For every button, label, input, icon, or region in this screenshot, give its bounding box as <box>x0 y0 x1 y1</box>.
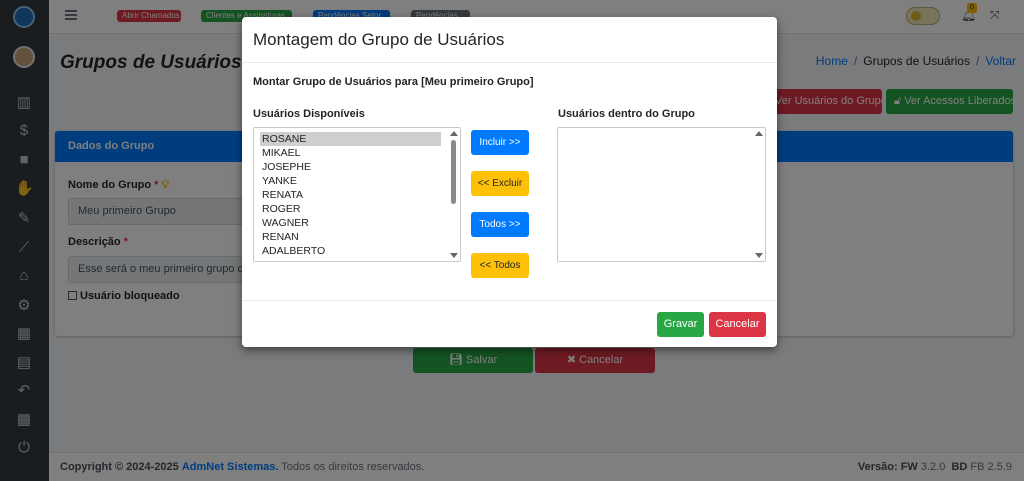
scrollbar[interactable] <box>753 128 765 261</box>
available-users-label: Usuários Disponíveis <box>253 108 365 120</box>
gravar-button[interactable]: Gravar <box>657 312 704 337</box>
list-item[interactable]: YANKE <box>254 174 460 188</box>
list-item[interactable]: ADALBERTO <box>254 244 460 258</box>
list-item[interactable]: ROGER <box>254 202 460 216</box>
list-item[interactable]: JOSEPHE <box>254 160 460 174</box>
group-users-list[interactable] <box>557 127 766 262</box>
modal-cancelar-button[interactable]: Cancelar <box>709 312 766 337</box>
montagem-grupo-modal: Montagem do Grupo de Usuários Montar Gru… <box>242 17 777 347</box>
available-users-list[interactable]: ROSANE MIKAEL JOSEPHE YANKE RENATA ROGER WAGNE… <box>253 127 461 262</box>
list-item[interactable]: ROSANE <box>260 132 441 146</box>
list-item[interactable]: MIKAEL <box>254 146 460 160</box>
todos-remove-button[interactable]: << Todos <box>471 253 529 278</box>
scroll-up-icon[interactable] <box>450 131 458 136</box>
list-item[interactable]: RENAN <box>254 230 460 244</box>
list-item[interactable]: RENATA <box>254 188 460 202</box>
todos-add-button[interactable]: Todos >> <box>471 212 529 237</box>
scrollbar[interactable] <box>448 128 460 261</box>
scroll-down-icon[interactable] <box>755 253 763 258</box>
group-users-label: Usuários dentro do Grupo <box>558 108 695 120</box>
modal-subtitle: Montar Grupo de Usuários para [Meu prime… <box>253 76 534 88</box>
excluir-button[interactable]: << Excluir <box>471 171 529 196</box>
scroll-thumb[interactable] <box>451 140 456 204</box>
list-item[interactable]: WAGNER <box>254 216 460 230</box>
scroll-up-icon[interactable] <box>755 131 763 136</box>
incluir-button[interactable]: Incluir >> <box>471 130 529 155</box>
scroll-down-icon[interactable] <box>450 253 458 258</box>
modal-header: Montagem do Grupo de Usuários <box>242 17 777 63</box>
modal-footer: Gravar Cancelar <box>242 300 777 347</box>
available-users-items: ROSANE MIKAEL JOSEPHE YANKE RENATA ROGER WAGNE… <box>254 132 460 258</box>
modal-title: Montagem do Grupo de Usuários <box>253 30 505 49</box>
